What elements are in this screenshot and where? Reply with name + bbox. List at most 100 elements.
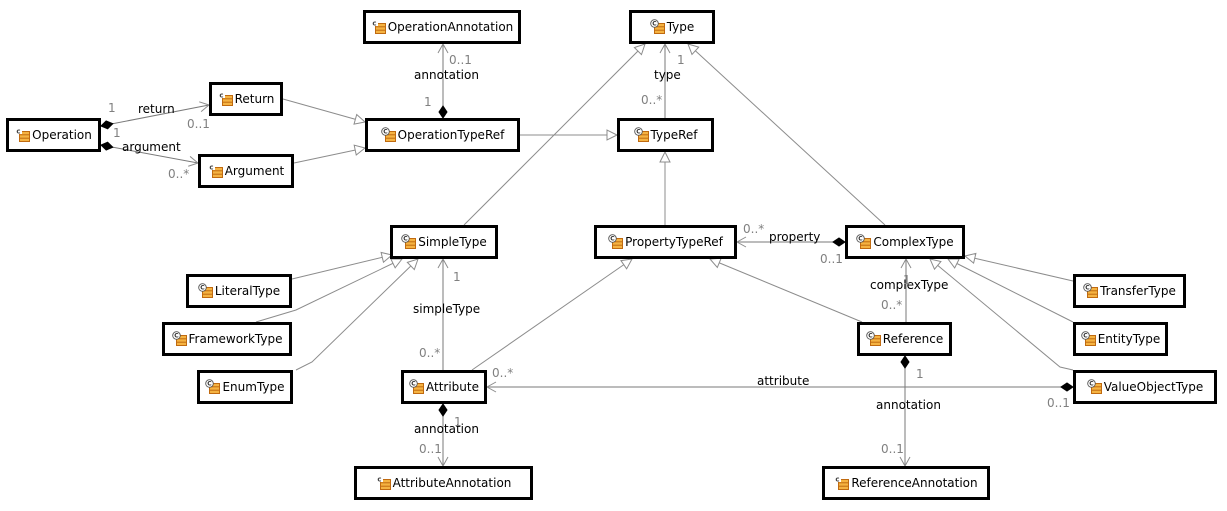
target-multiplicity: 0..1 (449, 53, 472, 67)
svg-text:C: C (859, 236, 864, 243)
source-multiplicity: 1 (424, 95, 432, 109)
source-multiplicity: 1 (108, 101, 116, 115)
class-name: ValueObjectType (1103, 380, 1204, 394)
svg-text:C: C (174, 333, 179, 340)
svg-text:C: C (1083, 333, 1088, 340)
class-name: Reference (882, 332, 944, 346)
role-label: type (654, 68, 681, 82)
class-operation-type-ref[interactable]: C OperationTypeRef (365, 118, 520, 152)
class-reference-annotation[interactable]: c ReferenceAnnotation (822, 466, 990, 500)
target-multiplicity: 1 (677, 53, 685, 67)
generalization-enumtype-to-simpletype-line (295, 258, 419, 371)
class-literal-type[interactable]: C LiteralType (186, 274, 292, 308)
generalization-transfertype-to-complextype-line (964, 255, 1074, 282)
svg-text:c: c (219, 91, 223, 99)
abstract-class-icon: C (198, 283, 214, 299)
source-multiplicity: 1 (454, 415, 462, 429)
source-multiplicity: 1 (916, 367, 924, 381)
class-reference[interactable]: C Reference (857, 322, 952, 356)
role-label: annotation (876, 398, 941, 412)
generalization-entitytype-to-complextype-line (947, 258, 1074, 323)
class-name: ReferenceAnnotation (851, 476, 978, 490)
inheritance-arrow-icon (606, 129, 619, 141)
target-multiplicity: 0..* (743, 222, 764, 236)
class-operation-annotation[interactable]: c OperationAnnotation (363, 10, 521, 44)
class-name: EnumType (222, 380, 285, 394)
svg-text:C: C (404, 236, 409, 243)
composition-diamond-icon (438, 105, 448, 119)
composition-diamond-icon (100, 120, 114, 130)
class-icon: c (207, 163, 224, 179)
class-simple-type[interactable]: C SimpleType (390, 225, 498, 259)
generalization-argument-to-operationtyperef-line (293, 147, 366, 164)
source-multiplicity: 1 (113, 126, 121, 140)
class-name: LiteralType (214, 284, 281, 298)
role-label: simpleType (413, 302, 480, 316)
abstract-class-icon: C (401, 234, 417, 250)
source-multiplicity: 0..* (641, 93, 662, 107)
target-multiplicity: 0..* (492, 366, 513, 380)
class-type[interactable]: C Type (629, 10, 715, 44)
class-name: OperationAnnotation (387, 20, 514, 34)
class-icon: c (217, 91, 234, 107)
svg-text:C: C (200, 285, 205, 292)
generalization-literaltype-to-simpletype-line (291, 254, 393, 280)
role-label: annotation (414, 68, 479, 82)
inheritance-arrow-icon (353, 113, 367, 125)
class-name: EntityType (1097, 332, 1161, 346)
svg-text:c: c (836, 475, 840, 483)
class-name: TypeRef (650, 128, 698, 142)
svg-text:C: C (1089, 381, 1094, 388)
class-return[interactable]: c Return (209, 82, 283, 116)
class-complex-type[interactable]: C ComplexType (845, 225, 965, 259)
class-argument[interactable]: c Argument (198, 154, 294, 188)
class-framework-type[interactable]: C FrameworkType (162, 322, 292, 356)
inheritance-arrow-icon (390, 258, 404, 269)
composition-diamond-icon (832, 237, 846, 247)
abstract-class-icon: C (409, 379, 425, 395)
class-attribute-annotation[interactable]: c AttributeAnnotation (354, 466, 533, 500)
generalization-return-to-operationtyperef-line (282, 98, 366, 123)
target-multiplicity: 0..1 (881, 442, 904, 456)
class-value-object-type[interactable]: C ValueObjectType (1073, 370, 1217, 404)
svg-text:C: C (1085, 285, 1090, 292)
class-name: AttributeAnnotation (392, 476, 512, 490)
abstract-class-icon: C (1083, 283, 1099, 299)
inheritance-arrow-icon (620, 258, 633, 270)
class-entity-type[interactable]: C EntityType (1073, 322, 1168, 356)
class-name: Argument (224, 164, 285, 178)
class-icon: c (15, 127, 31, 143)
role-label: argument (122, 140, 181, 154)
class-attribute[interactable]: C Attribute (401, 370, 487, 404)
abstract-class-icon: C (1080, 331, 1097, 347)
generalization-reference-to-propertytyperef-line (709, 258, 863, 323)
generalization-complextype-to-type-line (687, 43, 886, 226)
source-multiplicity: 0..1 (820, 252, 843, 266)
inheritance-arrow-icon (659, 150, 671, 163)
class-name: OperationTypeRef (397, 128, 505, 142)
inheritance-arrow-icon (963, 252, 977, 265)
class-type-ref[interactable]: C TypeRef (617, 118, 714, 152)
class-name: Return (234, 92, 275, 106)
abstract-class-icon: C (171, 331, 188, 347)
class-name: FrameworkType (188, 332, 283, 346)
class-transfer-type[interactable]: C TransferType (1073, 274, 1186, 308)
abstract-class-icon: C (856, 234, 872, 250)
class-name: Operation (32, 128, 92, 142)
abstract-class-icon: C (608, 234, 624, 250)
svg-text:C: C (652, 21, 657, 28)
class-name: ComplexType (873, 235, 954, 249)
abstract-class-icon: C (649, 19, 666, 35)
role-label: property (769, 230, 820, 244)
inheritance-arrow-icon (929, 258, 942, 271)
source-multiplicity: 0..1 (1047, 396, 1070, 410)
class-property-type-ref[interactable]: C PropertyTypeRef (594, 225, 737, 259)
target-multiplicity: 1 (453, 270, 461, 284)
abstract-class-icon: C (866, 331, 882, 347)
target-multiplicity: 0..1 (187, 117, 210, 131)
svg-text:c: c (377, 475, 381, 483)
class-enum-type[interactable]: C EnumType (197, 370, 293, 404)
svg-text:c: c (372, 19, 376, 27)
class-operation[interactable]: c Operation (6, 118, 101, 152)
role-label: annotation (414, 422, 479, 436)
